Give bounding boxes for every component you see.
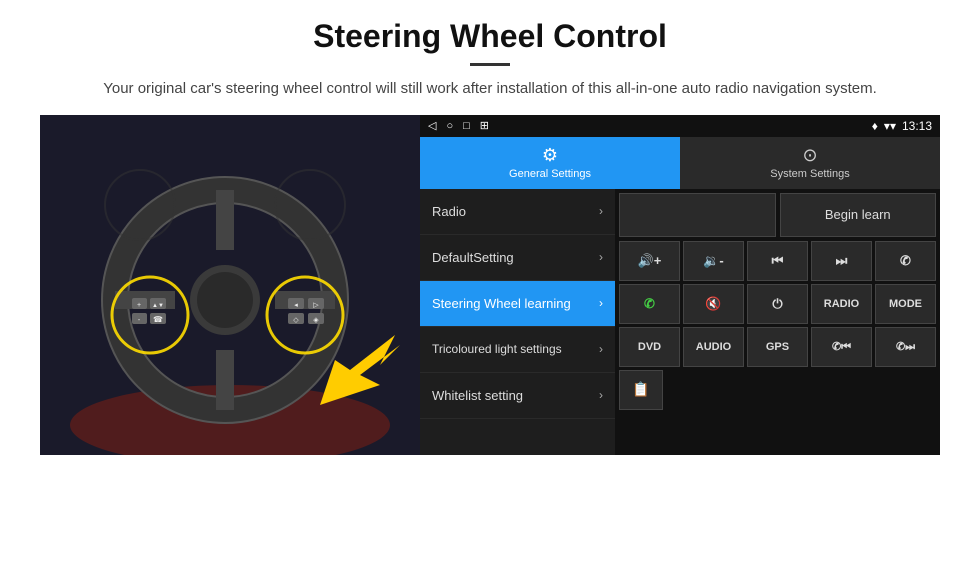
svg-text:◇: ◇ <box>293 317 299 324</box>
chevron-right-icon: › <box>599 250 603 264</box>
chevron-right-icon: › <box>599 204 603 218</box>
location-icon: ♦ <box>872 119 878 133</box>
begin-learn-button[interactable]: Begin learn <box>780 193 937 237</box>
whitelist-row: 📋 <box>619 370 936 410</box>
phone-button[interactable]: ✆ <box>875 241 936 281</box>
system-settings-icon: ⊙ <box>802 145 817 166</box>
title-divider <box>470 63 510 66</box>
controls-panel: Begin learn 🔊+ 🔉- ⏮ <box>615 189 940 455</box>
svg-text:+: + <box>137 302 141 309</box>
dvd-button[interactable]: DVD <box>619 327 680 367</box>
controls-grid-row3: DVD AUDIO GPS ✆⏮ ✆⏭ <box>619 327 936 367</box>
menu-item-steering[interactable]: Steering Wheel learning › <box>420 281 615 327</box>
status-bar: ◁ ○ □ ⊞ ♦ ▾▾ 13:13 <box>420 115 940 137</box>
chevron-right-icon: › <box>599 342 603 356</box>
tab-system-settings[interactable]: ⊙ System Settings <box>680 137 940 189</box>
menu-radio-label: Radio <box>432 204 466 219</box>
whitelist-icon-button[interactable]: 📋 <box>619 370 663 410</box>
svg-text:▲▼: ▲▼ <box>152 303 164 309</box>
steering-wheel-svg: + - ▲▼ ☎ ◂ ◇ ▷ ◈ <box>40 115 420 455</box>
settings-menu: Radio › DefaultSetting › Steering Wheel … <box>420 189 615 455</box>
page-subtitle: Your original car's steering wheel contr… <box>100 78 880 101</box>
tab-general-settings[interactable]: ⚙ General Settings <box>420 137 680 189</box>
home-nav-icon[interactable]: ○ <box>446 120 453 132</box>
svg-text:◈: ◈ <box>313 317 319 324</box>
chevron-right-icon: › <box>599 388 603 402</box>
menu-default-label: DefaultSetting <box>432 250 514 265</box>
radio-begin-row: Begin learn <box>619 193 936 237</box>
title-section: Steering Wheel Control Your original car… <box>40 18 940 101</box>
tab-system-label: System Settings <box>770 168 849 180</box>
radio-input-empty <box>619 193 776 237</box>
status-nav-icons: ◁ ○ □ ⊞ <box>428 119 489 132</box>
phone-prev-button[interactable]: ✆⏮ <box>811 327 872 367</box>
svg-text:▷: ▷ <box>313 302 319 309</box>
list-icon: 📋 <box>632 381 649 398</box>
status-indicators: ♦ ▾▾ 13:13 <box>872 119 932 133</box>
gps-button[interactable]: GPS <box>747 327 808 367</box>
svg-text:◂: ◂ <box>294 302 298 309</box>
menu-item-radio[interactable]: Radio › <box>420 189 615 235</box>
radio-mode-button[interactable]: RADIO <box>811 284 872 324</box>
menu-whitelist-label: Whitelist setting <box>432 388 523 403</box>
controls-grid-row1: 🔊+ 🔉- ⏮ ⏭ ✆ <box>619 241 936 281</box>
page-title: Steering Wheel Control <box>40 18 940 55</box>
next-track-button[interactable]: ⏭ <box>811 241 872 281</box>
chevron-right-icon: › <box>599 296 603 310</box>
prev-track-button[interactable]: ⏮ <box>747 241 808 281</box>
content-area: + - ▲▼ ☎ ◂ ◇ ▷ ◈ <box>40 115 940 455</box>
signal-icon: ▾▾ <box>884 119 896 133</box>
main-content: Radio › DefaultSetting › Steering Wheel … <box>420 189 940 455</box>
audio-button[interactable]: AUDIO <box>683 327 744 367</box>
general-settings-icon: ⚙ <box>542 145 558 166</box>
menu-steering-label: Steering Wheel learning <box>432 296 571 311</box>
menu-item-tricoloured[interactable]: Tricoloured light settings › <box>420 327 615 373</box>
tab-bar: ⚙ General Settings ⊙ System Settings <box>420 137 940 189</box>
vol-up-button[interactable]: 🔊+ <box>619 241 680 281</box>
menu-tricoloured-label: Tricoloured light settings <box>432 342 562 356</box>
back-nav-icon[interactable]: ◁ <box>428 119 436 132</box>
menu-item-default[interactable]: DefaultSetting › <box>420 235 615 281</box>
mute-button[interactable]: 🔇 <box>683 284 744 324</box>
grid-nav-icon[interactable]: ⊞ <box>480 119 489 132</box>
vol-down-button[interactable]: 🔉- <box>683 241 744 281</box>
call-answer-button[interactable]: ✆ <box>619 284 680 324</box>
power-button[interactable]: ⏻ <box>747 284 808 324</box>
svg-text:☎: ☎ <box>153 315 163 324</box>
menu-item-whitelist[interactable]: Whitelist setting › <box>420 373 615 419</box>
steering-wheel-image: + - ▲▼ ☎ ◂ ◇ ▷ ◈ <box>40 115 420 455</box>
controls-grid-row2: ✆ 🔇 ⏻ RADIO MODE <box>619 284 936 324</box>
page-container: Steering Wheel Control Your original car… <box>0 0 980 465</box>
mode-button[interactable]: MODE <box>875 284 936 324</box>
phone-next-button[interactable]: ✆⏭ <box>875 327 936 367</box>
clock: 13:13 <box>902 119 932 133</box>
android-ui-panel: ◁ ○ □ ⊞ ♦ ▾▾ 13:13 ⚙ General Settings <box>420 115 940 455</box>
recents-nav-icon[interactable]: □ <box>463 120 470 132</box>
tab-general-label: General Settings <box>509 168 591 180</box>
